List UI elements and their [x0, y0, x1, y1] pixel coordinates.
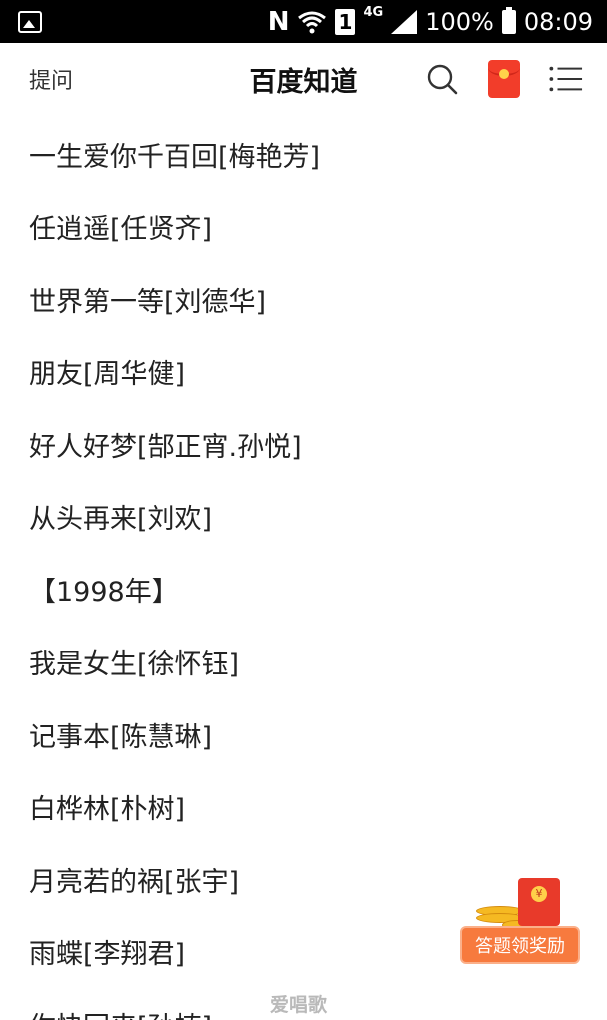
list-item: 任逍遥[任贤齐] — [29, 214, 213, 246]
network-type-label: 4G — [363, 5, 384, 20]
menu-icon — [549, 66, 583, 92]
list-item: 一生爱你千百回[梅艳芳] — [29, 141, 321, 173]
n-indicator: N — [267, 6, 290, 37]
answer-reward-widget[interactable]: 答题领奖励 — [458, 878, 582, 970]
gallery-icon — [18, 10, 42, 33]
answer-reward-button[interactable]: 答题领奖励 — [460, 926, 580, 964]
status-bar: N 1 4G 100% 08:09 — [0, 0, 607, 43]
list-item: 我是女生[徐怀钰] — [29, 649, 240, 681]
sim-slot-badge: 1 — [335, 8, 356, 35]
list-item: 白桦林[朴树] — [29, 794, 186, 826]
red-packet-icon — [488, 60, 520, 98]
red-envelope-icon — [518, 878, 560, 926]
signal-icon — [391, 9, 418, 34]
app-header: 提问 百度知道 — [0, 43, 607, 115]
battery-icon — [501, 6, 516, 34]
list-item: 朋友[周华健] — [29, 359, 186, 391]
list-item: 好人好梦[郜正宵.孙悦] — [29, 431, 302, 463]
wifi-icon — [298, 11, 327, 33]
menu-button[interactable] — [549, 62, 583, 96]
list-item: 世界第一等[刘德华] — [29, 286, 267, 318]
status-time: 08:09 — [523, 7, 593, 36]
watermark: 爱唱歌 — [270, 994, 328, 1016]
battery-percent: 100% — [425, 7, 494, 36]
year-heading: 【1998年】 — [29, 576, 179, 608]
search-icon — [427, 64, 458, 95]
red-packet-button[interactable] — [487, 60, 521, 98]
ask-question-link[interactable]: 提问 — [29, 63, 73, 95]
list-item: 记事本[陈慧琳] — [29, 721, 213, 753]
search-button[interactable] — [425, 62, 459, 96]
list-item: 从头再来[刘欢] — [29, 504, 213, 536]
